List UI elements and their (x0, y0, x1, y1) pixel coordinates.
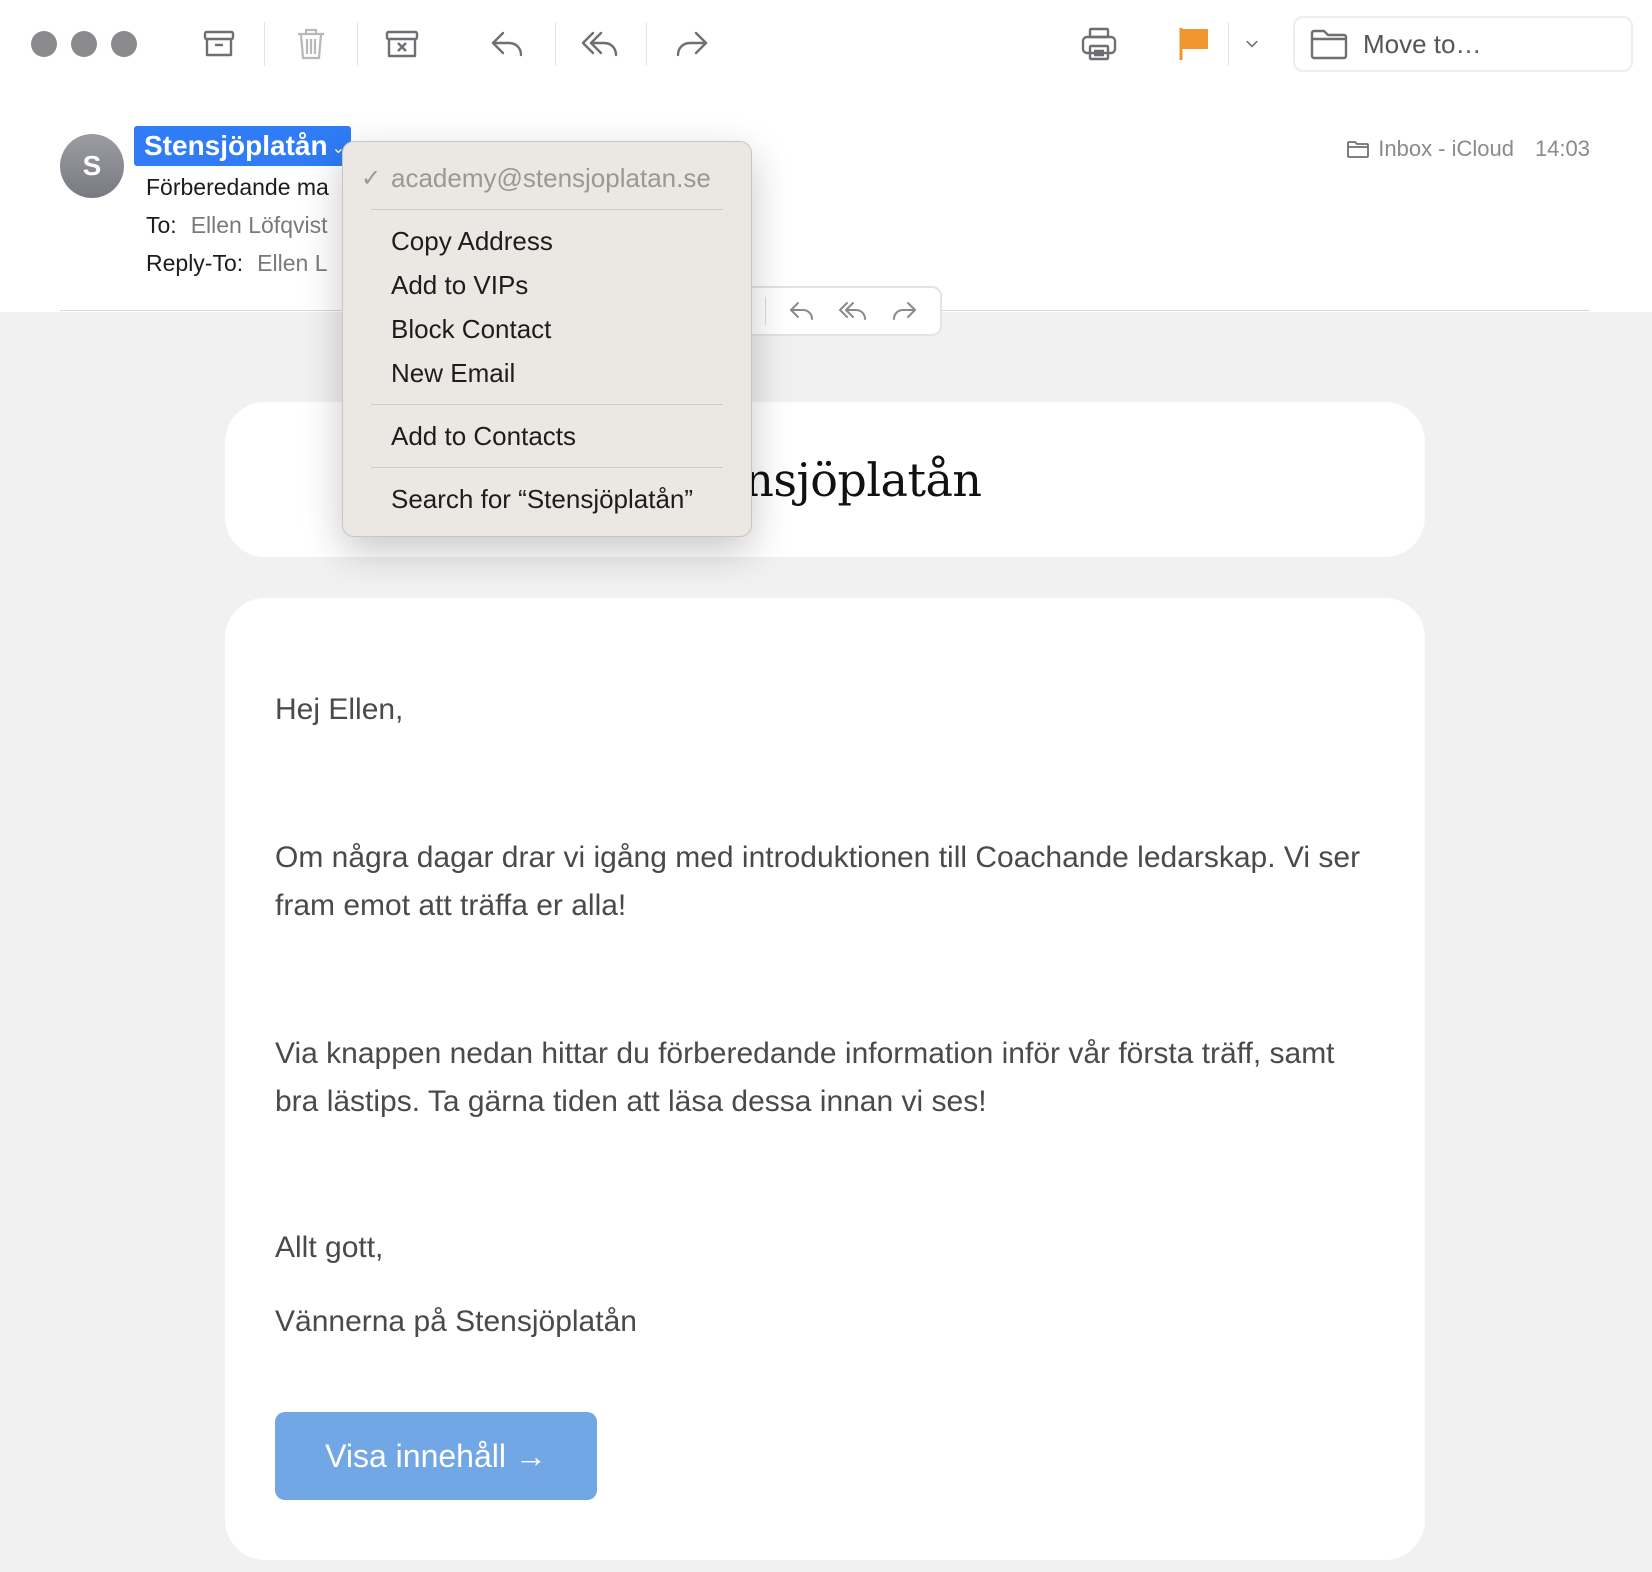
folder-icon (1310, 29, 1348, 60)
sender-context-menu: ✓ academy@stensjoplatan.se Copy Address … (342, 141, 752, 537)
menu-item-add-to-vips[interactable]: Add to VIPs (343, 263, 751, 307)
inline-separator (764, 297, 766, 325)
flag-menu-button[interactable] (1228, 20, 1276, 68)
menu-separator (371, 209, 723, 210)
forward-icon[interactable] (889, 298, 919, 324)
subject-line: Förberedande ma (146, 174, 329, 201)
to-recipient[interactable]: Ellen Löfqvist (191, 212, 328, 238)
to-line: To: Ellen Löfqvist (146, 212, 328, 239)
mailbox-name: Inbox - iCloud (1378, 136, 1514, 161)
menu-item-address: ✓ academy@stensjoplatan.se (343, 156, 751, 200)
zoom-window-button[interactable] (111, 31, 137, 57)
message-time: 14:03 (1534, 136, 1590, 161)
subject: Förberedande ma (146, 174, 329, 200)
archive-button[interactable] (195, 20, 243, 68)
menu-item-search-sender[interactable]: Search for “Stensjöplatån” (343, 477, 751, 521)
paragraph-2: Via knappen nedan hittar du förberedande… (275, 1037, 1335, 1118)
folder-icon (1347, 141, 1370, 158)
mailbox-indicator: Inbox - iCloud (1346, 136, 1514, 162)
flag-icon (1179, 28, 1208, 60)
menu-item-add-to-contacts[interactable]: Add to Contacts (343, 414, 751, 458)
inline-action-bar (742, 286, 942, 336)
delete-button[interactable] (287, 20, 335, 68)
menu-separator (371, 404, 723, 405)
chevron-down-icon (1246, 40, 1258, 48)
reply-to-label: Reply-To: (146, 250, 244, 276)
email-content-card: Hej Ellen, Om några dagar drar vi igång … (225, 598, 1425, 1560)
move-to-button[interactable]: Move to… (1293, 16, 1633, 72)
toolbar-separator (555, 22, 556, 66)
sender-name-button[interactable]: Stensjöplatån ⌄ (134, 126, 351, 166)
reply-to-recipient[interactable]: Ellen L (257, 250, 327, 276)
print-button[interactable] (1075, 20, 1123, 68)
printer-icon (1081, 27, 1117, 61)
paragraph-1: Om några dagar drar vi igång med introdu… (275, 841, 1361, 922)
move-to-label: Move to… (1363, 28, 1482, 59)
sender-name: Stensjöplatån (144, 130, 328, 161)
avatar: S (60, 134, 124, 198)
minimize-window-button[interactable] (71, 31, 97, 57)
reply-all-icon (581, 31, 618, 57)
reply-icon[interactable] (787, 298, 817, 324)
menu-item-block-contact[interactable]: Block Contact (343, 307, 751, 351)
close-window-button[interactable] (31, 31, 57, 57)
checkmark-icon: ✓ (361, 164, 382, 192)
menu-item-copy-address[interactable]: Copy Address (343, 219, 751, 263)
to-label: To: (146, 212, 177, 238)
junk-button[interactable] (378, 20, 426, 68)
reply-all-button[interactable] (576, 20, 624, 68)
menu-item-new-email[interactable]: New Email (343, 351, 751, 395)
trash-icon (298, 28, 324, 60)
reply-button[interactable] (483, 20, 531, 68)
toolbar-separator (646, 22, 647, 66)
reply-icon (491, 31, 523, 57)
greeting: Hej Ellen, (275, 693, 404, 726)
reply-to-line: Reply-To: Ellen L (146, 250, 327, 277)
flag-button[interactable] (1170, 20, 1218, 68)
view-content-button[interactable]: Visa innehåll → (275, 1412, 597, 1500)
message-header: S Stensjöplatån ⌄ Förberedande ma To: Ell… (0, 90, 1652, 312)
toolbar: Move to… (0, 0, 1652, 90)
toolbar-separator (357, 22, 358, 66)
archive-icon (203, 30, 235, 57)
forward-icon (676, 31, 708, 57)
reply-all-icon[interactable] (838, 298, 868, 324)
menu-separator (371, 467, 723, 468)
forward-button[interactable] (668, 20, 716, 68)
junk-icon (385, 30, 419, 58)
toolbar-separator (264, 22, 265, 66)
signature: Vännerna på Stensjöplatån (275, 1305, 637, 1338)
closing: Allt gott, (275, 1231, 384, 1264)
menu-address-label: academy@stensjoplatan.se (391, 162, 711, 193)
